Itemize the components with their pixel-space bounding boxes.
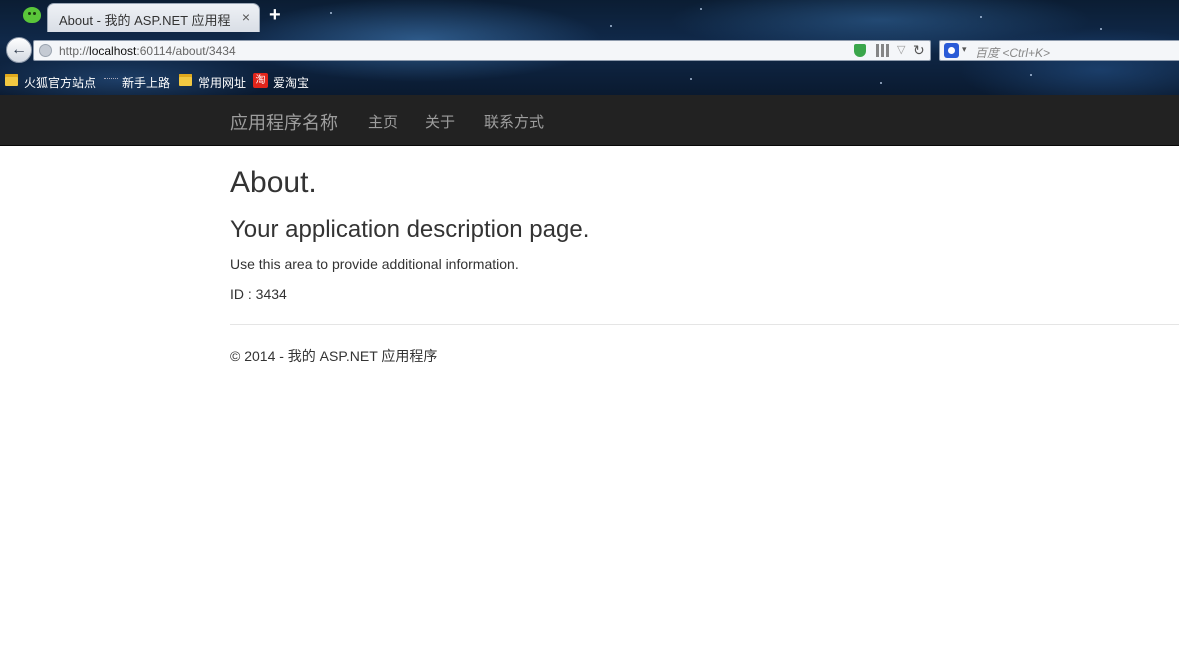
url-path: :60114/about/3434 [136, 44, 236, 58]
reload-icon[interactable]: ↻ [913, 42, 925, 59]
globe-icon [39, 44, 52, 57]
browser-chrome: About - 我的 ASP.NET 应用程... × + ← http://l… [0, 0, 1179, 95]
baidu-icon[interactable] [944, 43, 959, 58]
footer-text: © 2014 - 我的 ASP.NET 应用程序 [230, 348, 438, 364]
close-icon[interactable]: × [242, 10, 250, 24]
search-input[interactable]: 百度 <Ctrl+K> [975, 44, 1050, 61]
bookmark-firefox-official[interactable]: 火狐官方站点 [24, 74, 96, 91]
new-tab-button[interactable]: + [269, 5, 281, 25]
bookmarks-bar: 火狐官方站点 新手上路 常用网址 淘 爱淘宝 [0, 70, 1179, 94]
brand-link[interactable]: 应用程序名称 [230, 109, 338, 135]
search-bar[interactable]: ▾ 百度 <Ctrl+K> [939, 40, 1179, 61]
url-bar[interactable]: http://localhost:60114/about/3434 ▽ ↻ [33, 40, 931, 61]
back-button[interactable]: ← [6, 37, 32, 63]
nav-about[interactable]: 关于 [425, 111, 455, 132]
divider [230, 324, 1179, 325]
page-title: About. [230, 166, 317, 199]
folder-icon [179, 74, 192, 86]
tab-strip: About - 我的 ASP.NET 应用程... × + [0, 0, 1179, 32]
bookmark-common-sites[interactable]: 常用网址 [198, 74, 246, 91]
id-text: ID : 3434 [230, 286, 287, 302]
wechat-icon[interactable] [23, 7, 41, 23]
taobao-icon: 淘 [253, 73, 268, 88]
folder-icon [5, 74, 18, 86]
chevron-down-icon[interactable]: ▽ [897, 43, 905, 56]
qr-code-icon[interactable] [876, 44, 889, 57]
nav-home[interactable]: 主页 [368, 111, 398, 132]
url-text[interactable]: http://localhost:60114/about/3434 [59, 44, 236, 58]
navigation-toolbar: ← http://localhost:60114/about/3434 ▽ ↻ … [0, 34, 1179, 67]
url-scheme: http:// [59, 44, 90, 58]
shield-icon[interactable] [854, 44, 866, 57]
url-host: localhost [89, 44, 137, 58]
chevron-down-icon[interactable]: ▾ [962, 44, 967, 55]
page-icon [104, 78, 118, 83]
page-subtitle: Your application description page. [230, 216, 590, 243]
description-text: Use this area to provide additional info… [230, 256, 519, 272]
bookmark-aitaobao[interactable]: 爱淘宝 [273, 74, 309, 91]
nav-contact[interactable]: 联系方式 [484, 111, 544, 132]
bookmark-getting-started[interactable]: 新手上路 [122, 74, 170, 91]
tab-about[interactable]: About - 我的 ASP.NET 应用程... × [47, 3, 260, 32]
site-navbar: 应用程序名称 主页 关于 联系方式 [0, 95, 1179, 146]
tab-title: About - 我的 ASP.NET 应用程... [59, 13, 231, 28]
